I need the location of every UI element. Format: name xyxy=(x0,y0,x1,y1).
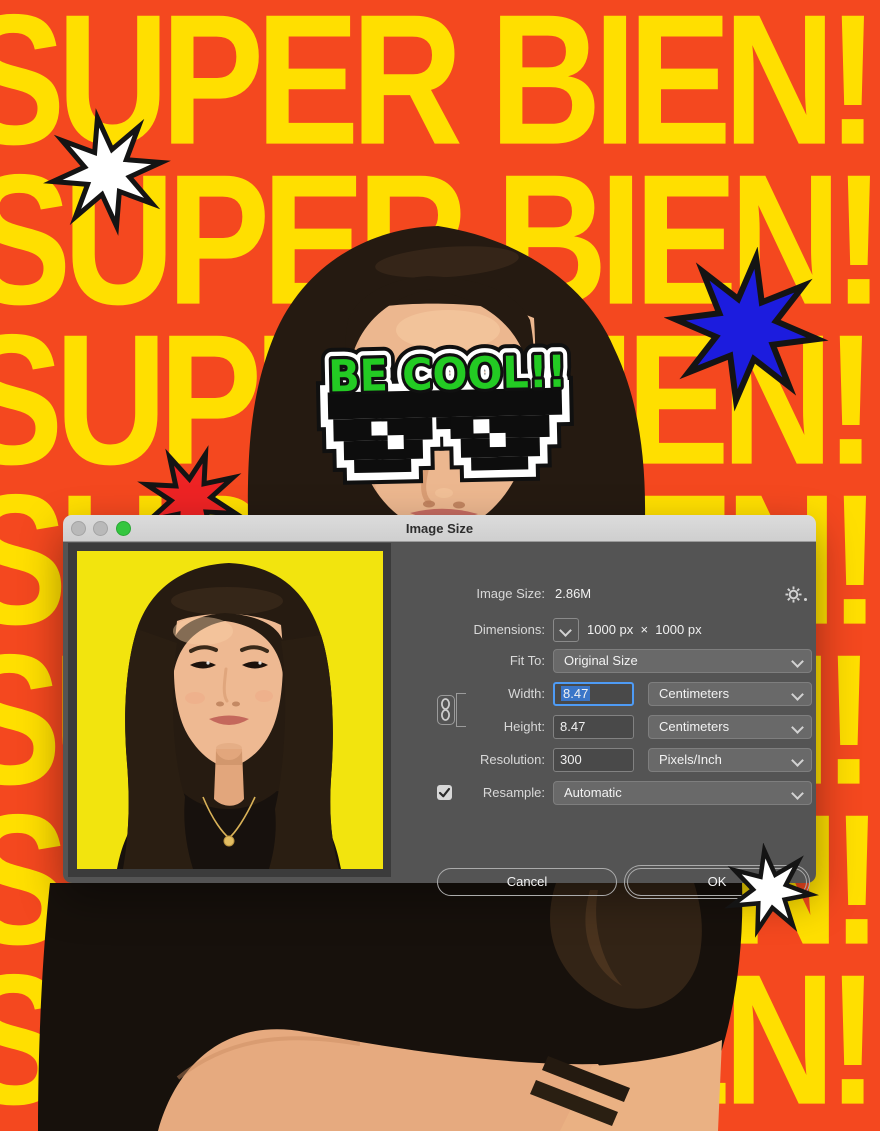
dialog-body: Image Size: 2.86M Dimensions: 1000 px × … xyxy=(63,542,816,883)
width-unit-value: Centimeters xyxy=(659,686,729,701)
poster-canvas: SUPER BIEN! SUPER BIEN! SUPER BIEN! SUPE… xyxy=(0,0,880,1131)
image-size-label: Image Size: xyxy=(437,582,545,606)
resolution-label: Resolution: xyxy=(437,748,545,772)
dimensions-label: Dimensions: xyxy=(437,618,545,642)
cancel-button[interactable]: Cancel xyxy=(437,868,617,896)
gear-menu-dot xyxy=(804,598,807,601)
dialog-titlebar[interactable]: Image Size xyxy=(63,515,816,542)
image-size-value: 2.86M xyxy=(555,582,591,606)
chevron-down-icon xyxy=(791,655,804,668)
fit-to-select[interactable]: Original Size xyxy=(553,649,812,673)
dimensions-unit-toggle[interactable] xyxy=(553,618,579,642)
preview-frame xyxy=(68,543,391,877)
height-value: 8.47 xyxy=(560,719,585,734)
gear-icon[interactable] xyxy=(785,586,802,603)
resample-label: Resample: xyxy=(453,781,545,805)
height-input[interactable]: 8.47 xyxy=(553,715,634,739)
link-bracket xyxy=(456,693,466,727)
chevron-down-icon xyxy=(791,787,804,800)
height-unit-value: Centimeters xyxy=(659,719,729,734)
sticker-text xyxy=(328,347,567,403)
preview-portrait xyxy=(77,551,383,869)
chevron-down-icon xyxy=(559,624,572,637)
fit-to-label: Fit To: xyxy=(437,649,545,673)
width-unit-select[interactable]: Centimeters xyxy=(648,682,812,706)
resample-value: Automatic xyxy=(564,785,622,800)
link-dimensions-icon[interactable] xyxy=(437,695,455,725)
width-input[interactable]: 8.47 xyxy=(553,682,634,706)
dimensions-value: 1000 px × 1000 px xyxy=(587,618,702,642)
resample-checkbox[interactable] xyxy=(437,785,452,800)
chevron-down-icon xyxy=(791,721,804,734)
resolution-unit-select[interactable]: Pixels/Inch xyxy=(648,748,812,772)
chevron-down-icon xyxy=(791,754,804,767)
resolution-value: 300 xyxy=(560,752,582,767)
be-cool-sticker: BE COOL!! xyxy=(298,322,601,493)
resample-select[interactable]: Automatic xyxy=(553,781,812,805)
chevron-down-icon xyxy=(791,688,804,701)
ok-button[interactable]: OK xyxy=(627,868,807,896)
resolution-unit-value: Pixels/Inch xyxy=(659,752,722,767)
image-preview[interactable] xyxy=(77,551,383,869)
fit-to-value: Original Size xyxy=(564,653,638,668)
height-unit-select[interactable]: Centimeters xyxy=(648,715,812,739)
width-value: 8.47 xyxy=(561,686,590,701)
image-size-dialog: Image Size xyxy=(63,515,816,883)
resolution-input[interactable]: 300 xyxy=(553,748,634,772)
dialog-title: Image Size xyxy=(63,515,816,542)
checkmark-icon xyxy=(437,785,452,800)
